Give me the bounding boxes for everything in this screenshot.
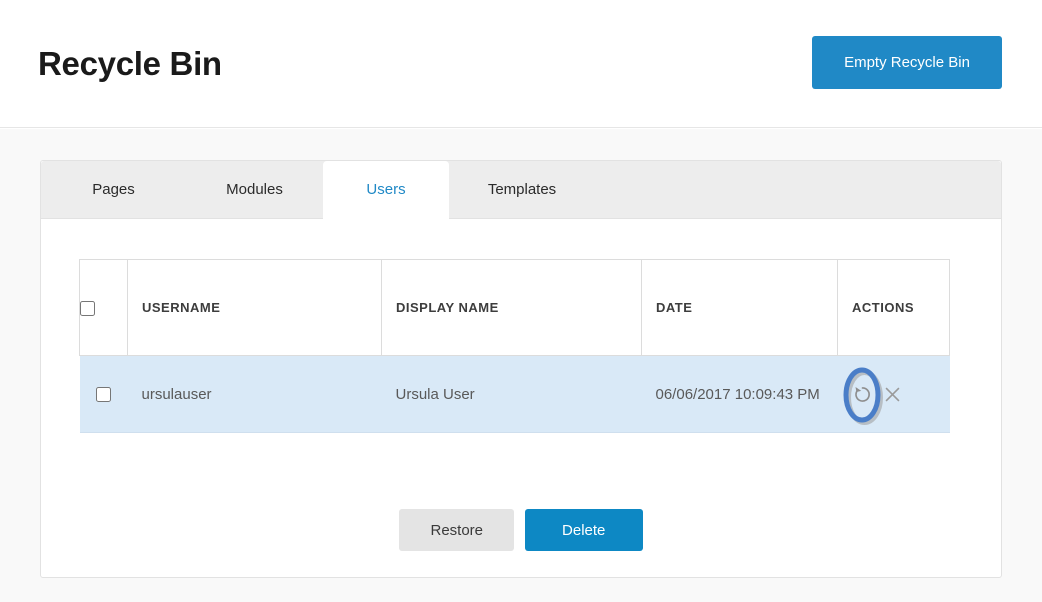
row-actions-group: [838, 367, 950, 425]
recycle-bin-table: USERNAME DISPLAY NAME DATE ACTIONS ursul…: [79, 259, 950, 433]
delete-action-icon[interactable]: [880, 381, 906, 407]
table-body: ursulauser Ursula User 06/06/2017 10:09:…: [79, 355, 950, 433]
cell-username: ursulauser: [127, 355, 382, 433]
select-all-checkbox[interactable]: [80, 300, 95, 316]
cell-date-text: 06/06/2017 10:09:43 PM: [655, 385, 820, 403]
row-select-checkbox[interactable]: [96, 387, 111, 403]
column-header-actions-label: ACTIONS: [852, 300, 914, 315]
row-select-cell: [79, 355, 128, 433]
cell-display-name-text: Ursula User: [395, 385, 475, 403]
column-header-username: USERNAME: [127, 259, 382, 356]
page-header: Recycle Bin Empty Recycle Bin: [0, 0, 1042, 128]
page-body: Pages Modules Users Templates USERNAME D…: [0, 129, 1042, 602]
table-row[interactable]: ursulauser Ursula User 06/06/2017 10:09:…: [79, 355, 950, 433]
restore-button[interactable]: Restore: [399, 509, 515, 551]
column-header-date: DATE: [641, 259, 838, 356]
restore-circular-arrow-icon: [855, 386, 870, 402]
cell-username-text: ursulauser: [141, 385, 212, 403]
close-x-icon: [885, 387, 900, 401]
table-header-row: USERNAME DISPLAY NAME DATE ACTIONS: [79, 259, 950, 356]
cell-display-name: Ursula User: [381, 355, 642, 433]
restore-action-icon[interactable]: [850, 381, 876, 407]
tab-pages[interactable]: Pages: [41, 161, 186, 219]
footer-action-bar: Restore Delete: [41, 509, 1001, 551]
tab-bar: Pages Modules Users Templates: [41, 161, 1001, 220]
column-header-date-label: DATE: [656, 300, 693, 315]
tab-users[interactable]: Users: [323, 161, 449, 220]
cell-actions: [837, 355, 950, 433]
recycle-bin-table-wrapper: USERNAME DISPLAY NAME DATE ACTIONS ursul…: [79, 259, 950, 433]
empty-recycle-bin-button[interactable]: Empty Recycle Bin: [812, 36, 1002, 89]
cell-date: 06/06/2017 10:09:43 PM: [641, 355, 838, 433]
recycle-bin-panel: Pages Modules Users Templates USERNAME D…: [40, 160, 1002, 578]
select-all-header-cell: [79, 259, 128, 356]
column-header-actions: ACTIONS: [837, 259, 950, 356]
tab-modules[interactable]: Modules: [186, 161, 323, 219]
column-header-display-name-label: DISPLAY NAME: [396, 300, 499, 315]
delete-button[interactable]: Delete: [524, 509, 643, 551]
column-header-display-name: DISPLAY NAME: [381, 259, 642, 356]
table-header: USERNAME DISPLAY NAME DATE ACTIONS: [79, 259, 950, 356]
column-header-username-label: USERNAME: [142, 300, 221, 315]
tab-templates[interactable]: Templates: [449, 161, 595, 219]
page-title: Recycle Bin: [38, 45, 222, 82]
